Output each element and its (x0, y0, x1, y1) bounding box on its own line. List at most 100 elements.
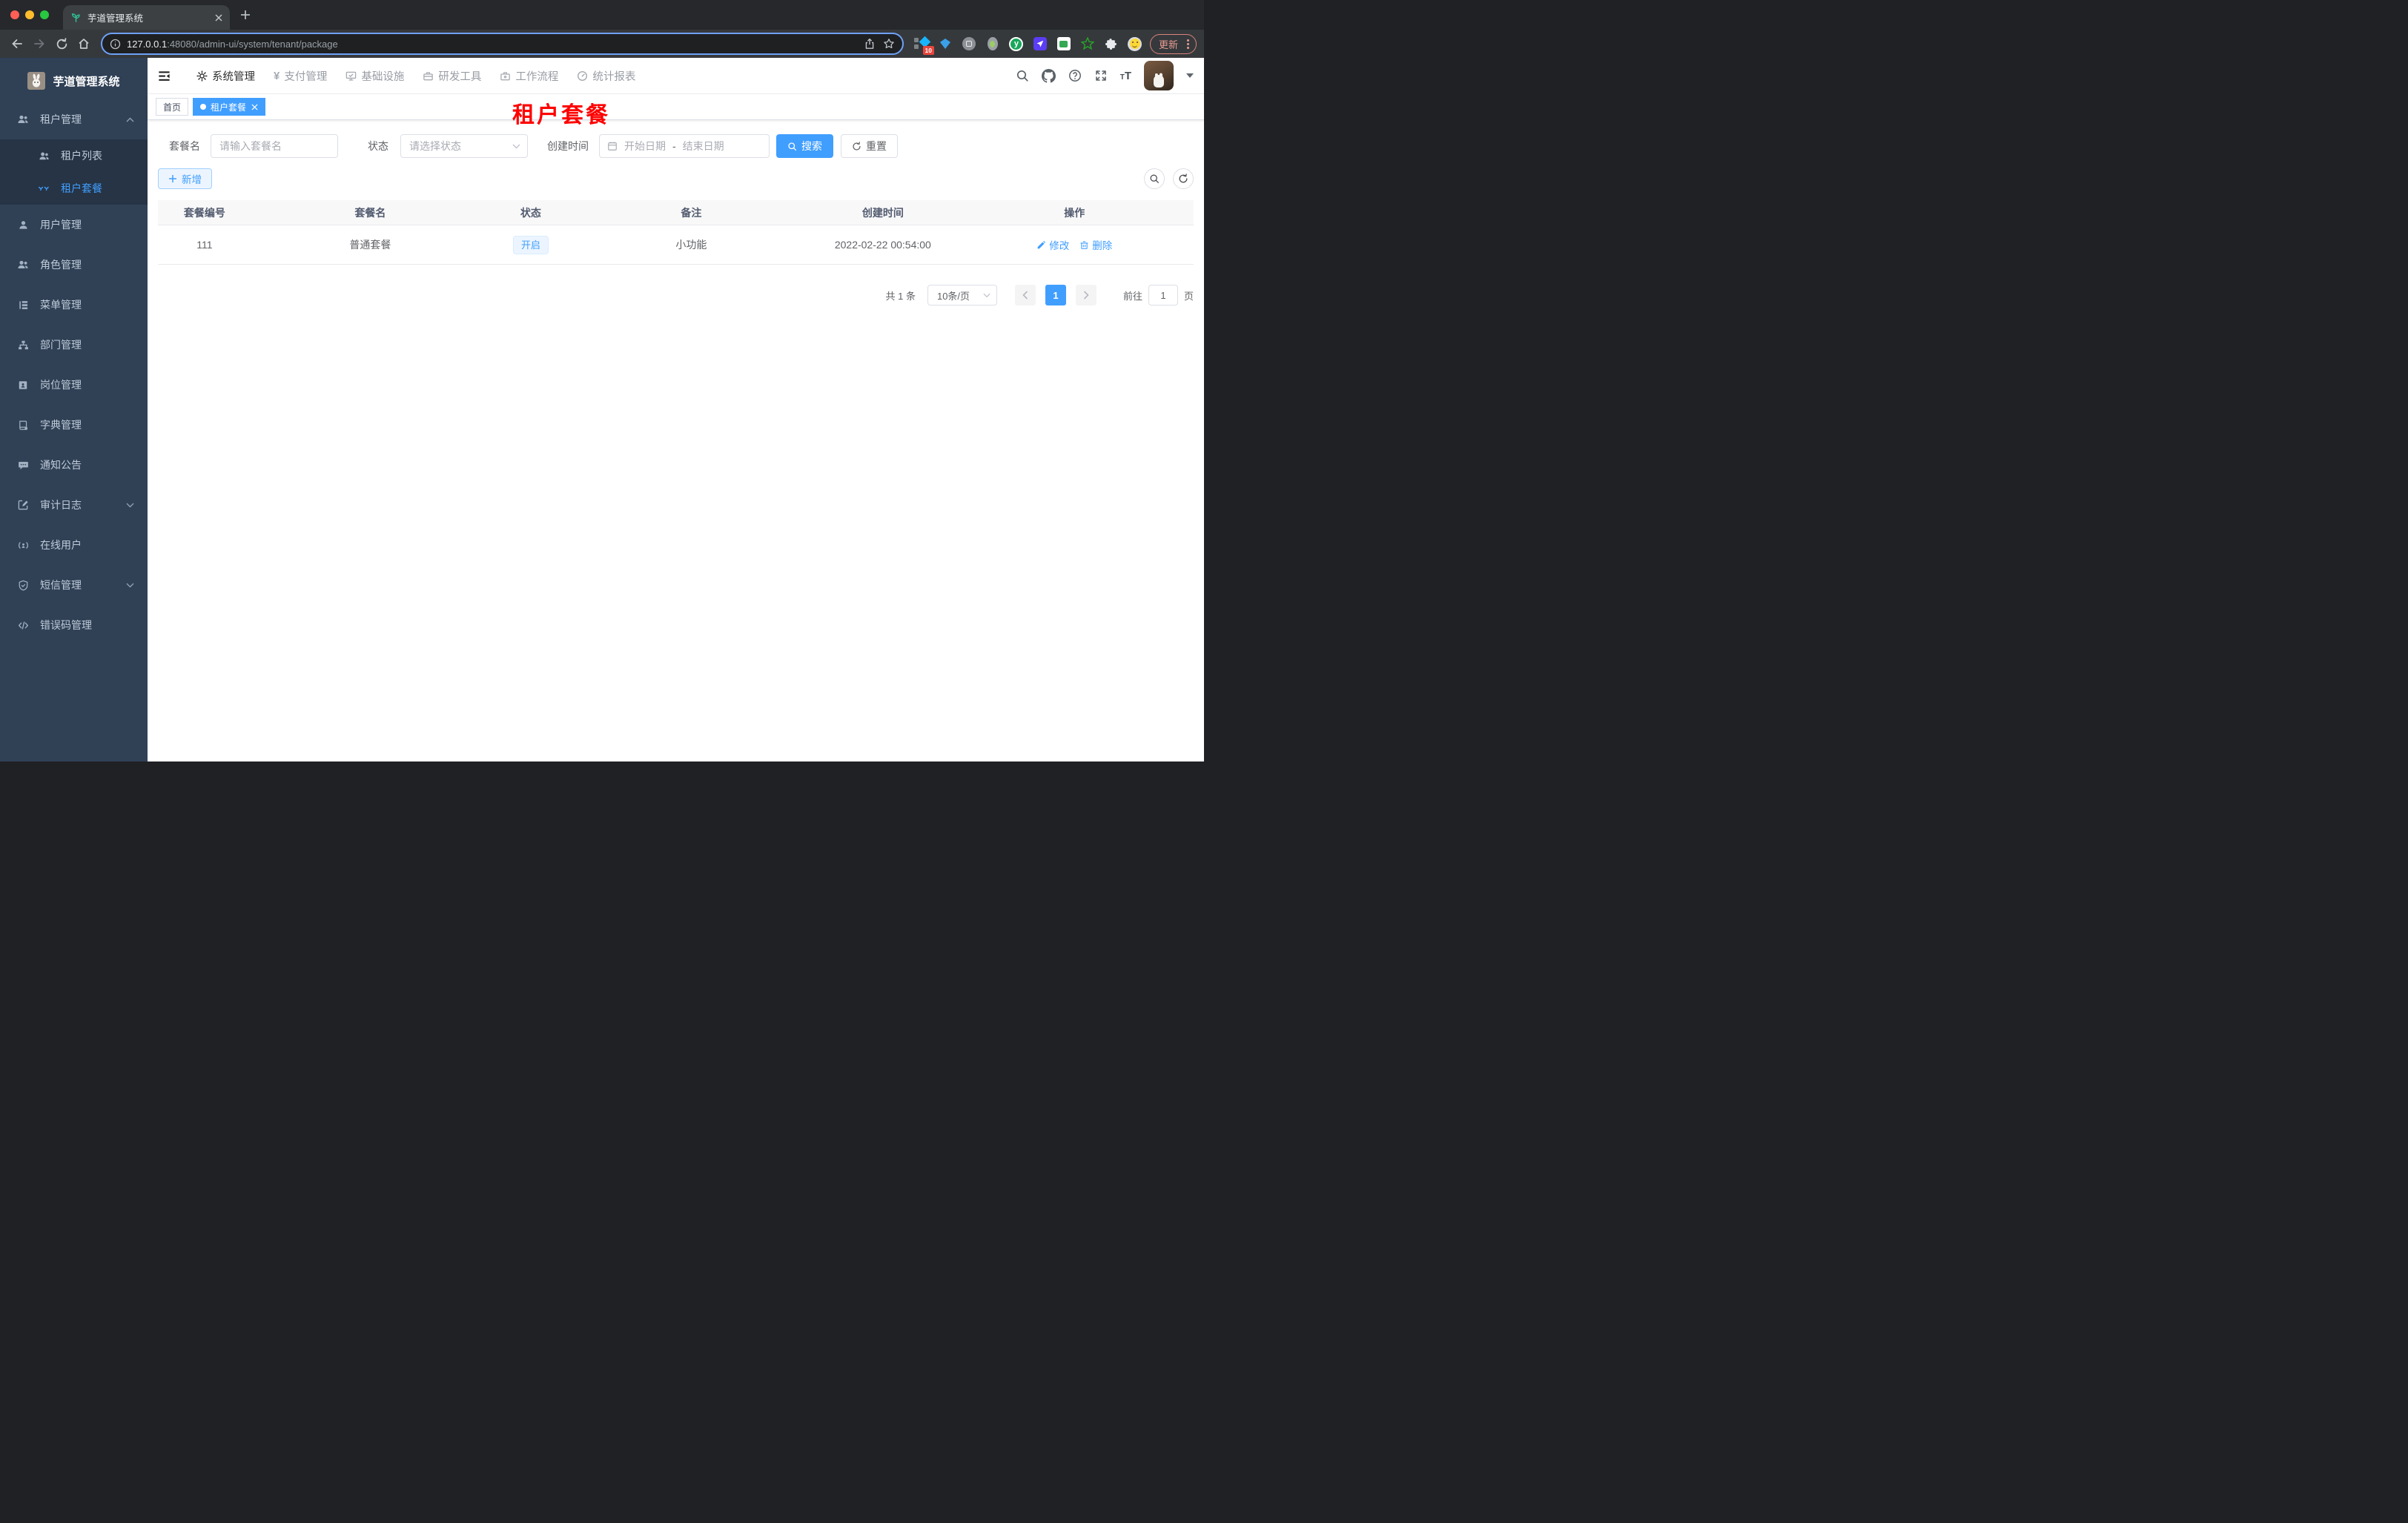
cell-created-at: 2022-02-22 00:54:00 (834, 239, 931, 251)
monitor-check-icon (345, 70, 357, 82)
package-name-input[interactable] (211, 134, 338, 158)
extension-y-icon[interactable]: y (1009, 36, 1024, 51)
id-badge-icon (16, 380, 30, 391)
delete-link[interactable]: 删除 (1079, 237, 1112, 252)
nav-item-infrastructure[interactable]: 基础设施 (345, 68, 404, 84)
sidebar-item-dict-management[interactable]: 字典管理 (0, 405, 148, 445)
tags-view: 首页 租户套餐 (148, 94, 1204, 120)
forward-icon[interactable] (30, 34, 49, 53)
prev-page-button[interactable] (1014, 285, 1036, 305)
top-nav: 系统管理 ¥ 支付管理 基础设施 研发工具 工作流程 统计报表 (196, 68, 635, 84)
page-title: 租户套餐 (512, 103, 610, 128)
sidebar-toggle-icon[interactable] (157, 69, 171, 83)
peoples-icon (16, 113, 30, 125)
filter-date-label: 创建时间 (547, 140, 589, 152)
column-header: 套餐编号 (183, 206, 225, 219)
sidebar-item-post-management[interactable]: 岗位管理 (0, 365, 148, 405)
sidebar-logo[interactable]: 芋道管理系统 (0, 58, 148, 99)
github-icon[interactable] (1041, 68, 1056, 83)
chevron-down-icon (983, 293, 990, 297)
tag-tenant-package[interactable]: 租户套餐 (193, 98, 266, 116)
sidebar-item-role-management[interactable]: 角色管理 (0, 245, 148, 285)
tag-home[interactable]: 首页 (156, 98, 189, 116)
share-icon[interactable] (864, 38, 876, 50)
toggle-search-button[interactable] (1144, 168, 1165, 189)
search-icon[interactable] (1016, 69, 1029, 82)
reload-icon[interactable] (52, 34, 71, 53)
sidebar-item-sms-management[interactable]: 短信管理 (0, 565, 148, 605)
url-bar[interactable]: 127.0.0.1:48080/admin-ui/system/tenant/p… (101, 33, 904, 55)
menu-label: 通知公告 (40, 459, 82, 471)
page-number-button[interactable]: 1 (1045, 285, 1066, 305)
search-button[interactable]: 搜索 (776, 134, 833, 158)
window-close-button[interactable] (10, 10, 19, 19)
filter-bar: 套餐名 状态 请选择状态 创建时间 开始日期 - 结束日期 (158, 134, 1194, 158)
browser-update-button[interactable]: 更新 (1149, 33, 1197, 54)
refresh-icon (1179, 174, 1188, 183)
home-icon[interactable] (74, 34, 93, 53)
user-avatar[interactable] (1144, 61, 1174, 90)
site-info-icon[interactable] (110, 39, 121, 50)
app-header: 系统管理 ¥ 支付管理 基础设施 研发工具 工作流程 统计报表 TT (148, 58, 1204, 94)
edit-label: 修改 (1049, 240, 1070, 251)
status-select[interactable]: 请选择状态 (400, 134, 528, 158)
tab-close-icon[interactable] (215, 14, 222, 22)
status-placeholder: 请选择状态 (409, 140, 461, 152)
tag-close-icon[interactable] (251, 103, 258, 110)
sidebar-item-tenant-list[interactable]: 租户列表 (0, 139, 148, 172)
extension-diamond-icon[interactable]: 10 (913, 36, 934, 55)
edit-link[interactable]: 修改 (1036, 237, 1069, 252)
sidebar-item-error-code[interactable]: 错误码管理 (0, 605, 148, 645)
sidebar: 芋道管理系统 租户管理 租户列表 租户套餐 用户管理 角色管理 菜单管理 部门管… (0, 58, 148, 762)
extension-badge: 10 (922, 46, 934, 55)
tab-title: 芋道管理系统 (87, 13, 144, 24)
fullscreen-icon[interactable] (1094, 69, 1108, 82)
profile-avatar-icon[interactable] (1128, 36, 1142, 51)
browser-tab[interactable]: 芋道管理系统 (63, 5, 230, 30)
nav-item-reports[interactable]: 统计报表 (577, 68, 635, 84)
nav-item-dev-tools[interactable]: 研发工具 (423, 68, 481, 84)
package-table: 套餐编号 套餐名 状态 备注 创建时间 操作 111 普通套餐 开启 小功能 2… (158, 200, 1194, 265)
browser-menu-icon[interactable] (1185, 39, 1191, 49)
window-minimize-button[interactable] (25, 10, 34, 19)
goto-page-input[interactable] (1148, 285, 1178, 305)
refresh-table-button[interactable] (1173, 168, 1194, 189)
avatar-caret-icon[interactable] (1186, 73, 1194, 82)
sidebar-item-tenant-package[interactable]: 租户套餐 (0, 172, 148, 205)
sidebar-item-user-management[interactable]: 用户管理 (0, 205, 148, 245)
date-separator: - (672, 140, 676, 152)
reset-button[interactable]: 重置 (841, 134, 898, 158)
extension-star-icon[interactable] (1080, 36, 1095, 51)
date-end-placeholder: 结束日期 (682, 140, 724, 152)
sidebar-item-notice[interactable]: 通知公告 (0, 445, 148, 485)
nav-item-payment[interactable]: ¥ 支付管理 (274, 68, 327, 84)
nav-item-workflow[interactable]: 工作流程 (500, 68, 558, 84)
sidebar-item-menu-management[interactable]: 菜单管理 (0, 285, 148, 325)
extensions-puzzle-icon[interactable] (1104, 36, 1119, 51)
extension-command-icon[interactable] (962, 36, 976, 51)
font-size-icon[interactable]: TT (1120, 70, 1131, 82)
date-range-picker[interactable]: 开始日期 - 结束日期 (599, 134, 770, 158)
page-size-select[interactable]: 10条/页 (927, 285, 997, 305)
sidebar-item-audit-log[interactable]: 审计日志 (0, 485, 148, 525)
broadcast-icon (16, 540, 30, 551)
sidebar-item-online-users[interactable]: 在线用户 (0, 525, 148, 565)
chevron-down-icon (126, 503, 134, 508)
extension-shield-icon[interactable] (1033, 36, 1048, 51)
app-shell: 芋道管理系统 租户管理 租户列表 租户套餐 用户管理 角色管理 菜单管理 部门管… (0, 58, 1204, 762)
bookmark-star-icon[interactable] (883, 38, 895, 50)
sidebar-item-dept-management[interactable]: 部门管理 (0, 325, 148, 365)
help-icon[interactable] (1068, 69, 1082, 82)
extension-oval-icon[interactable] (985, 36, 1000, 51)
sidebar-item-tenant-management[interactable]: 租户管理 (0, 99, 148, 139)
browser-tab-strip: 芋道管理系统 (0, 0, 1204, 30)
extension-gem-icon[interactable] (938, 36, 953, 51)
column-header: 创建时间 (861, 206, 904, 219)
nav-item-system[interactable]: 系统管理 (196, 68, 255, 84)
back-icon[interactable] (7, 34, 27, 53)
add-button[interactable]: 新增 (158, 168, 212, 189)
extension-chat-icon[interactable] (1056, 36, 1071, 51)
window-zoom-button[interactable] (40, 10, 49, 19)
next-page-button[interactable] (1075, 285, 1096, 305)
new-tab-button[interactable] (239, 9, 251, 21)
